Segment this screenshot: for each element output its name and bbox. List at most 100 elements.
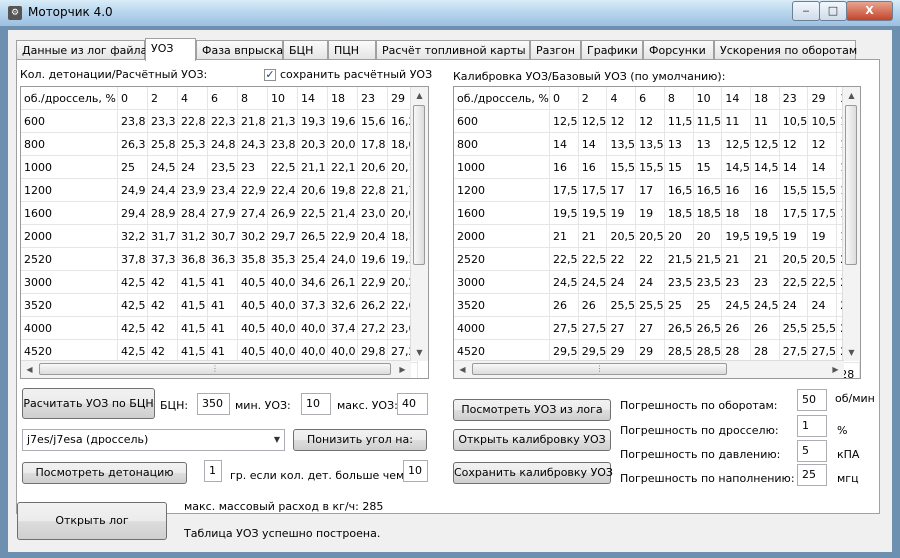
table-cell[interactable]: 26 — [578, 293, 608, 317]
table-cell[interactable]: 15,5 — [606, 155, 637, 179]
tab-fuel-map[interactable]: Расчёт топливной карты — [376, 40, 530, 59]
right-grid-vertical-scrollbar[interactable]: ▲ ▼ — [842, 87, 860, 361]
table-cell[interactable]: 24 — [635, 270, 665, 294]
table-cell[interactable]: 16 — [549, 155, 579, 179]
table-cell[interactable]: 12 — [635, 109, 665, 133]
table-cell[interactable]: 22,9 — [327, 224, 358, 248]
table-cell[interactable]: 22,5 — [779, 270, 809, 294]
table-cell[interactable]: 24,5 — [578, 270, 608, 294]
table-cell[interactable]: 23,5 — [693, 270, 723, 294]
table-cell[interactable]: 24,5 — [147, 155, 178, 179]
rpm-row-header[interactable]: 800 — [21, 132, 118, 156]
table-cell[interactable]: 21,4 — [327, 201, 358, 225]
table-cell[interactable]: 17,8 — [357, 132, 388, 156]
table-cell[interactable]: 13 — [664, 132, 694, 156]
table-cell[interactable]: 14 — [549, 132, 579, 156]
rpm-row-header[interactable]: 600 — [21, 109, 118, 133]
table-cell[interactable]: 19,5 — [721, 224, 752, 248]
table-cell[interactable]: 11 — [750, 109, 780, 133]
table-cell[interactable]: 29,7 — [267, 224, 298, 248]
table-cell[interactable]: 25,3 — [177, 132, 208, 156]
table-cell[interactable]: 19,5 — [750, 224, 780, 248]
table-cell[interactable]: 10,5 — [807, 109, 838, 133]
rpm-row-header[interactable]: 1000 — [21, 155, 118, 179]
table-cell[interactable]: 26,5 — [693, 316, 723, 340]
table-cell[interactable]: 20,3 — [297, 132, 328, 156]
table-cell[interactable]: 24 — [606, 270, 637, 294]
tab-pcn[interactable]: ПЦН — [328, 40, 376, 59]
scroll-down-icon[interactable]: ▼ — [411, 344, 428, 361]
table-cell[interactable]: 21,1 — [297, 155, 328, 179]
rpm-row-header[interactable]: 3000 — [454, 270, 551, 294]
table-cell[interactable]: 22,3 — [207, 109, 238, 133]
table-cell[interactable]: 28,9 — [147, 201, 178, 225]
scroll-thumb[interactable]: ⋮ — [39, 363, 391, 375]
table-cell[interactable]: 36,3 — [207, 247, 238, 271]
table-cell[interactable]: 12,5 — [578, 109, 608, 133]
table-cell[interactable]: 23 — [721, 270, 752, 294]
table-cell[interactable]: 13 — [693, 132, 723, 156]
rpm-row-header[interactable]: 2520 — [454, 247, 551, 271]
table-cell[interactable]: 42 — [147, 293, 178, 317]
table-cell[interactable]: 20,5 — [807, 247, 838, 271]
table-cell[interactable]: 41,5 — [177, 270, 208, 294]
open-log-button[interactable]: Открыть лог — [17, 502, 167, 540]
table-cell[interactable]: 22,5 — [549, 247, 579, 271]
table-cell[interactable]: 23,3 — [147, 109, 178, 133]
table-cell[interactable]: 19,8 — [327, 178, 358, 202]
table-cell[interactable]: 16 — [750, 178, 780, 202]
table-cell[interactable]: 26 — [750, 316, 780, 340]
table-cell[interactable]: 24,4 — [147, 178, 178, 202]
tab-injection-phase[interactable]: Фаза впрыска — [196, 40, 283, 59]
scroll-down-icon[interactable]: ▼ — [843, 344, 860, 361]
table-cell[interactable]: 42 — [147, 316, 178, 340]
save-calibration-button[interactable]: Сохранить калибровку УОЗ — [453, 462, 613, 484]
table-cell[interactable]: 27,5 — [549, 316, 579, 340]
table-cell[interactable]: 25,5 — [807, 316, 838, 340]
table-cell[interactable]: 20 — [693, 224, 723, 248]
table-cell[interactable]: 26,1 — [327, 270, 358, 294]
table-cell[interactable]: 24,0 — [327, 247, 358, 271]
view-log-uoz-button[interactable]: Посмотреть УОЗ из лога — [453, 399, 611, 421]
table-cell[interactable]: 21 — [721, 247, 752, 271]
table-cell[interactable]: 20,6 — [297, 178, 328, 202]
table-cell[interactable]: 15,5 — [807, 178, 838, 202]
table-cell[interactable]: 26,9 — [267, 201, 298, 225]
table-cell[interactable]: 32,6 — [327, 293, 358, 317]
table-cell[interactable]: 19 — [807, 224, 838, 248]
table-cell[interactable]: 17,5 — [549, 178, 579, 202]
table-cell[interactable]: 17,5 — [578, 178, 608, 202]
table-cell[interactable]: 18,5 — [693, 201, 723, 225]
table-cell[interactable]: 20 — [664, 224, 694, 248]
tab-rpm-acceleration[interactable]: Ускорения по оборотам — [714, 40, 857, 59]
table-cell[interactable]: 22,1 — [327, 155, 358, 179]
table-cell[interactable]: 22,5 — [297, 201, 328, 225]
view-detonation-button[interactable]: Посмотреть детонацию — [22, 462, 187, 484]
table-cell[interactable]: 36,8 — [177, 247, 208, 271]
table-cell[interactable]: 27 — [635, 316, 665, 340]
table-cell[interactable]: 20,6 — [357, 155, 388, 179]
table-cell[interactable]: 12,5 — [549, 109, 579, 133]
table-cell[interactable]: 41 — [207, 270, 238, 294]
close-button[interactable]: X — [846, 1, 893, 21]
table-cell[interactable]: 25 — [664, 293, 694, 317]
table-cell[interactable]: 28,4 — [177, 201, 208, 225]
rpm-error-input[interactable]: 50 — [797, 389, 827, 411]
tab-uoz[interactable]: УОЗ — [145, 38, 196, 61]
table-cell[interactable]: 42 — [147, 270, 178, 294]
bcn-input[interactable]: 350 — [197, 393, 230, 415]
rpm-row-header[interactable]: 2000 — [21, 224, 118, 248]
detonation-uoz-grid[interactable]: об./дроссель, % 0 2 4 6 8 10 14 18 23 29 600 23,8 23,… — [20, 86, 429, 379]
rpm-row-header[interactable]: 1600 — [21, 201, 118, 225]
table-cell[interactable]: 20,4 — [357, 224, 388, 248]
table-cell[interactable]: 26,3 — [117, 132, 148, 156]
table-cell[interactable]: 37,8 — [117, 247, 148, 271]
table-cell[interactable]: 29,4 — [117, 201, 148, 225]
table-cell[interactable]: 12,5 — [750, 132, 780, 156]
table-cell[interactable]: 14 — [779, 155, 809, 179]
table-cell[interactable]: 42,5 — [117, 270, 148, 294]
table-cell[interactable]: 42,5 — [117, 316, 148, 340]
scroll-left-icon[interactable]: ◀ — [454, 361, 471, 378]
table-cell[interactable]: 35,8 — [237, 247, 268, 271]
table-cell[interactable]: 40,0 — [267, 293, 298, 317]
